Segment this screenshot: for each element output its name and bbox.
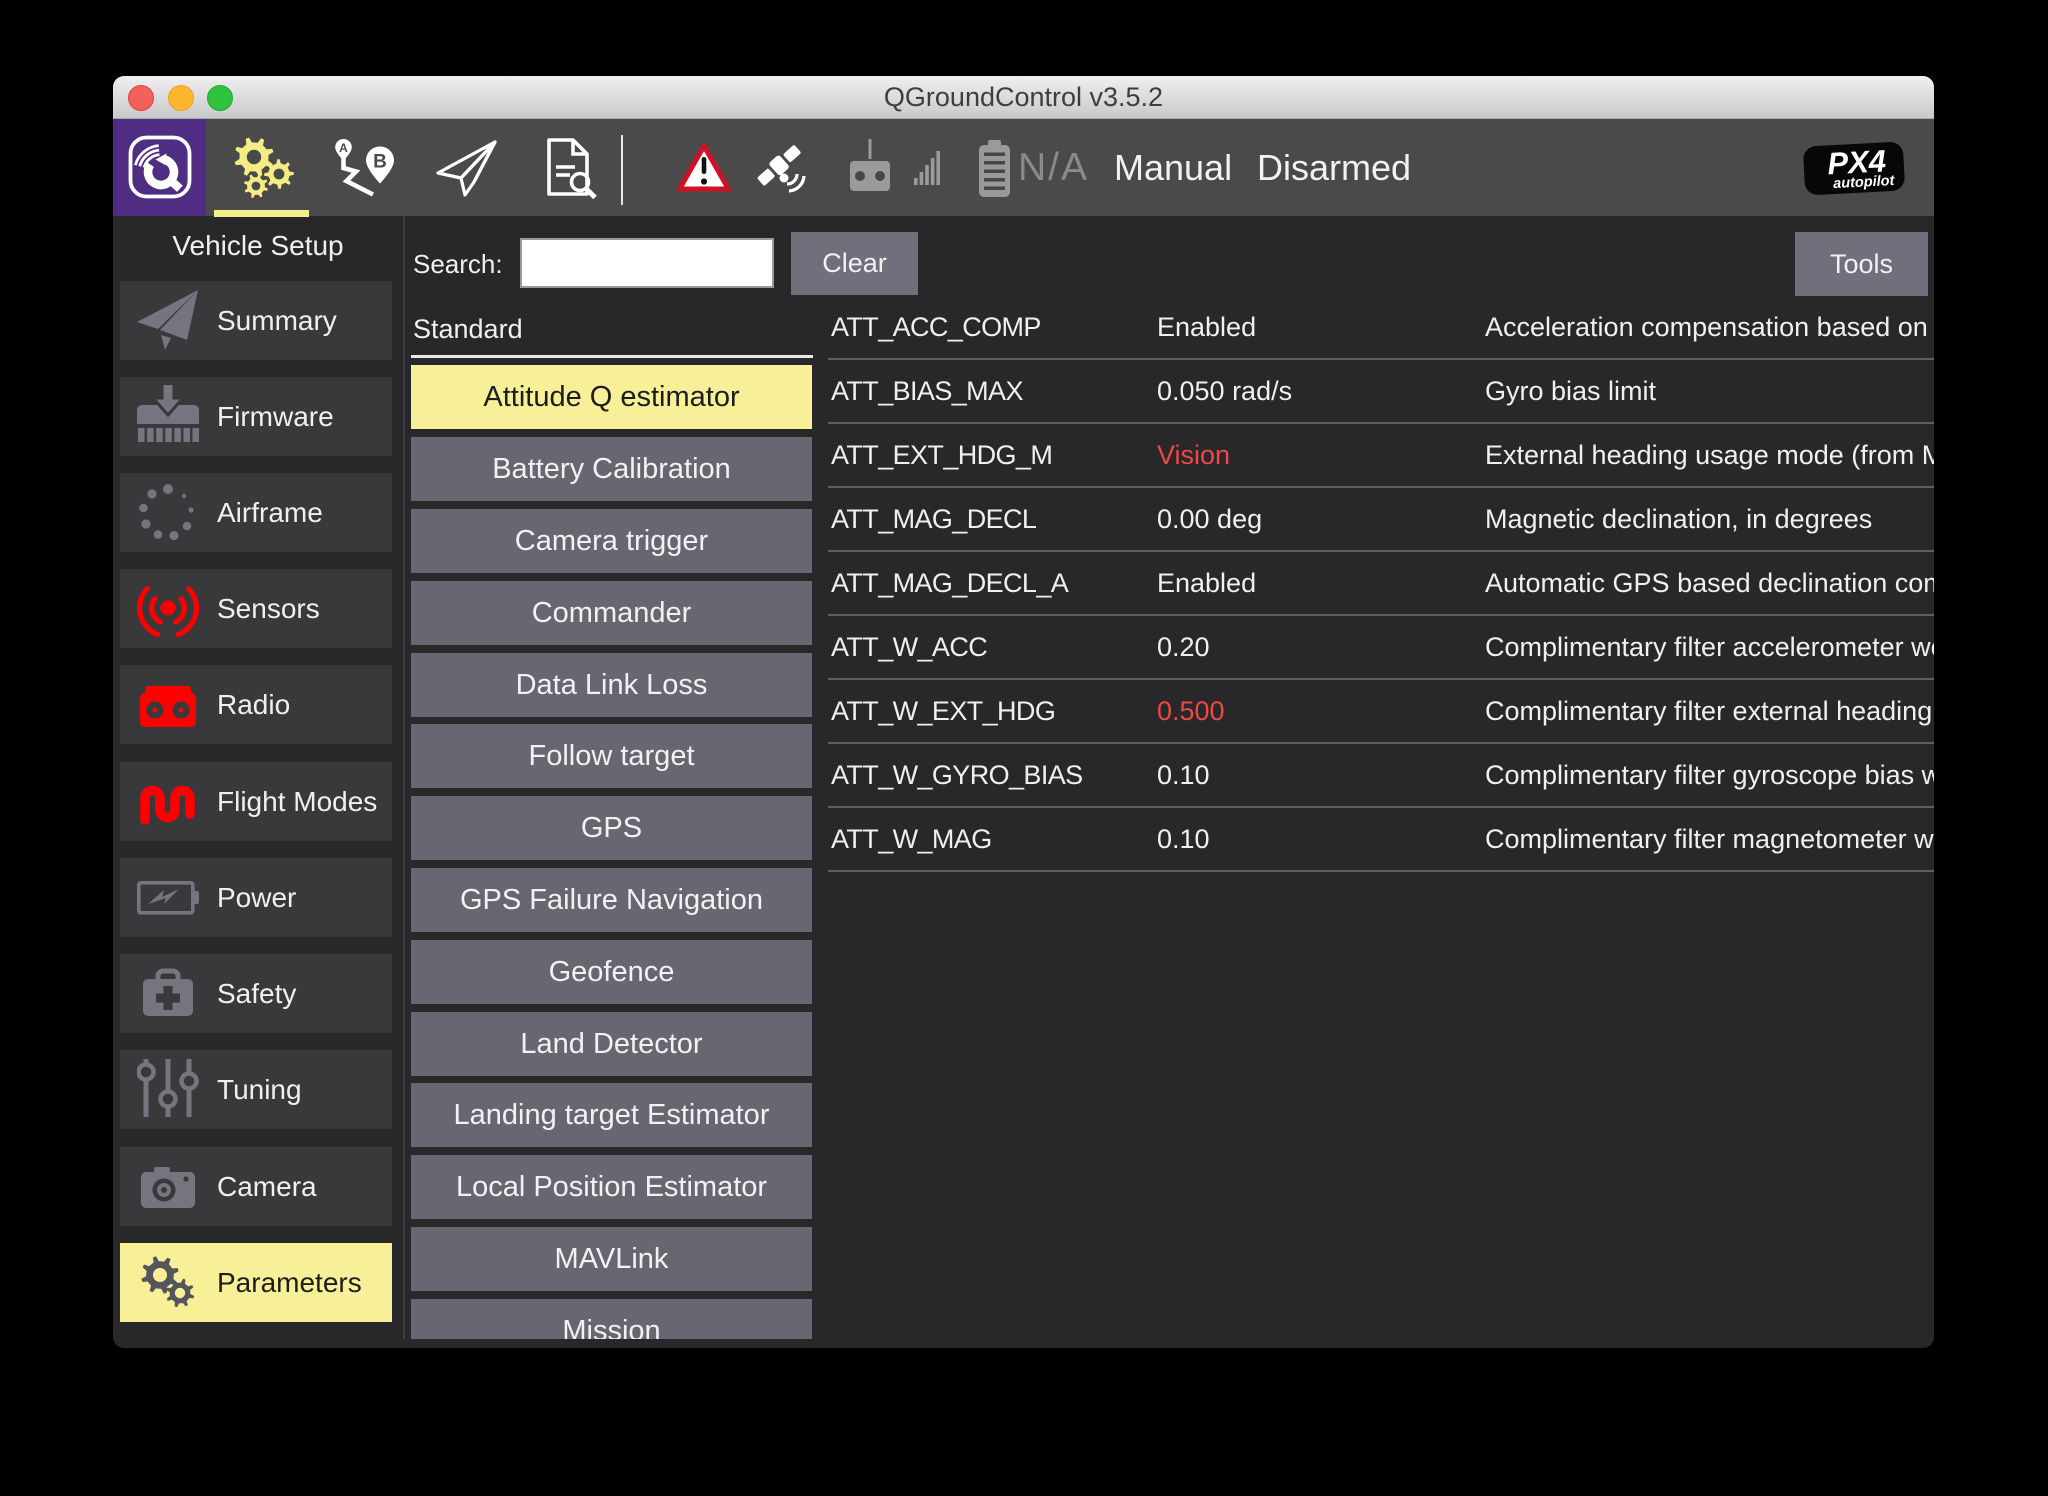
svg-text:A: A <box>339 141 348 155</box>
svg-text:B: B <box>373 152 387 173</box>
